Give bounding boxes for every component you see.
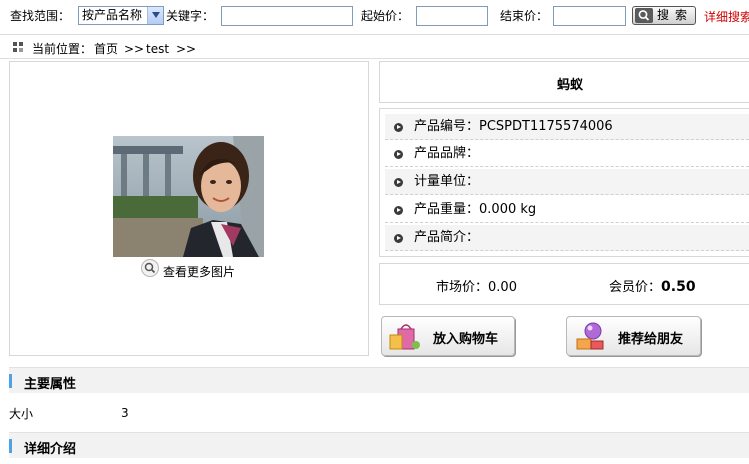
breadcrumb-home-link[interactable]: 首页 xyxy=(94,41,118,57)
keyword-input[interactable] xyxy=(221,6,353,26)
brand-label: 产品品牌： xyxy=(414,146,480,161)
start-price-input[interactable] xyxy=(416,6,488,26)
location-icon xyxy=(13,42,24,53)
breadcrumb-current-link[interactable]: test xyxy=(146,41,169,57)
add-to-cart-label: 放入购物车 xyxy=(433,332,499,347)
member-price: 会员价：0.50 xyxy=(609,276,696,295)
attributes-section-header: 主要属性 xyxy=(9,367,749,393)
code-label: 产品编号： xyxy=(414,119,480,134)
scope-select[interactable]: 按产品名称 xyxy=(78,6,164,25)
recommend-button[interactable]: 推荐给朋友 xyxy=(566,316,701,356)
search-button-label: 搜索 xyxy=(657,8,694,22)
info-row-brand: 产品品牌： xyxy=(385,141,749,167)
gift-icon xyxy=(573,321,607,354)
bullet-arrow-icon xyxy=(394,178,403,187)
market-price: 市场价：0.00 xyxy=(436,276,517,295)
member-price-label: 会员价： xyxy=(609,280,662,295)
scope-label: 查找范围： xyxy=(10,9,71,23)
breadcrumb-prefix: 当前位置： xyxy=(32,42,93,56)
add-to-cart-button[interactable]: 放入购物车 xyxy=(381,316,515,356)
member-price-value: 0.50 xyxy=(661,279,696,295)
code-value: PCSPDT1175574006 xyxy=(479,119,613,134)
attributes-title: 主要属性 xyxy=(24,377,77,392)
price-box: 市场价：0.00 会员价：0.50 xyxy=(379,263,749,305)
product-photo[interactable] xyxy=(113,136,264,257)
chevron-down-icon xyxy=(147,7,163,24)
section-accent-bar xyxy=(9,439,12,453)
header-divider xyxy=(0,34,749,35)
bullet-arrow-icon xyxy=(394,206,403,215)
end-price-label: 结束价： xyxy=(500,9,549,23)
bullet-arrow-icon xyxy=(394,234,403,243)
product-name: 蚂蚁 xyxy=(556,78,583,93)
zoom-icon xyxy=(141,259,159,281)
breadcrumb-separator: >> xyxy=(176,42,197,56)
market-price-value: 0.00 xyxy=(488,280,517,295)
info-row-code: 产品编号：PCSPDT1175574006 xyxy=(385,114,749,140)
search-button[interactable]: 搜索 xyxy=(632,6,696,25)
keyword-label: 关键字： xyxy=(166,9,215,23)
breadcrumb-divider xyxy=(0,58,749,59)
attribute-value: 3 xyxy=(121,406,129,420)
section-accent-bar xyxy=(9,374,12,388)
more-images-label: 查看更多图片 xyxy=(163,265,236,279)
search-icon xyxy=(635,8,653,28)
shopping-bag-icon xyxy=(388,321,422,354)
recommend-label: 推荐给朋友 xyxy=(618,332,684,347)
attribute-name: 大小 xyxy=(9,407,34,421)
info-row-weight: 产品重量：0.000 kg xyxy=(385,197,749,223)
bullet-arrow-icon xyxy=(394,123,403,132)
weight-label: 产品重量： xyxy=(414,202,480,217)
market-price-label: 市场价： xyxy=(436,280,489,295)
intro-label: 产品简介： xyxy=(414,230,480,245)
product-title-box: 蚂蚁 xyxy=(379,61,749,103)
info-row-unit: 计量单位： xyxy=(385,169,749,195)
unit-label: 计量单位： xyxy=(414,174,480,189)
breadcrumb-separator: >> xyxy=(124,42,145,56)
end-price-input[interactable] xyxy=(553,6,626,26)
details-title: 详细介绍 xyxy=(24,442,77,457)
start-price-label: 起始价： xyxy=(361,9,410,23)
advanced-search-link[interactable]: 详细搜索 xyxy=(704,8,749,25)
scope-select-value: 按产品名称 xyxy=(82,8,143,22)
info-row-intro: 产品简介： xyxy=(385,225,749,251)
bullet-arrow-icon xyxy=(394,150,403,159)
details-section-header: 详细介绍 xyxy=(9,432,749,458)
weight-value: 0.000 kg xyxy=(479,202,537,217)
